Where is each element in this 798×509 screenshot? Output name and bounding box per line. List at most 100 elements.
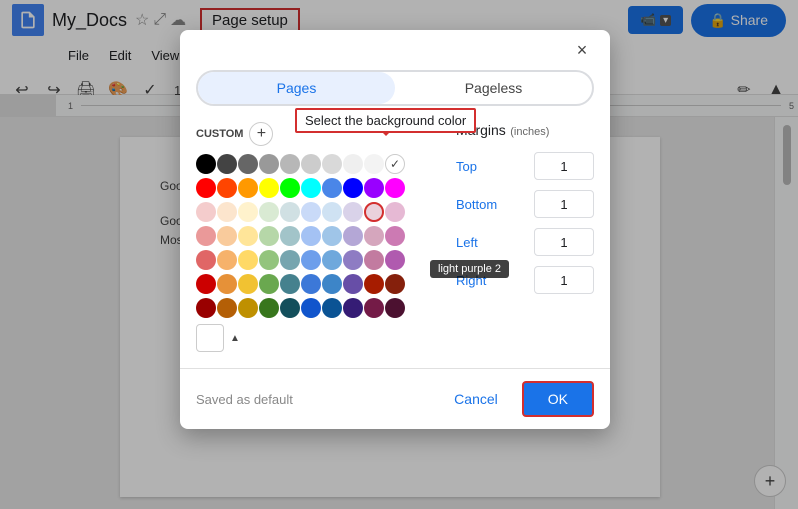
- color-swatch-light-gray1[interactable]: [364, 154, 384, 174]
- color-swatch-light-gray3[interactable]: [322, 154, 342, 174]
- color-swatch-blue[interactable]: [343, 178, 363, 198]
- color-swatch-cyan[interactable]: [301, 178, 321, 198]
- color-row-3: [196, 202, 436, 222]
- page-setup-dialog: × Pages Pageless CUSTOM +: [180, 30, 610, 429]
- custom-label: CUSTOM: [196, 128, 243, 140]
- color-swatch-dark-purple2[interactable]: [343, 298, 363, 318]
- color-swatch-dark-cornflower1[interactable]: [301, 274, 321, 294]
- color-swatch-mid-red1[interactable]: [196, 250, 216, 270]
- white-color-swatch[interactable]: [196, 324, 224, 352]
- color-swatch-cornflower[interactable]: [322, 178, 342, 198]
- color-swatch-violet[interactable]: [364, 178, 384, 198]
- color-swatch-mid-orange1[interactable]: [217, 250, 237, 270]
- color-swatch-dark-red1[interactable]: [196, 274, 216, 294]
- color-swatch-green[interactable]: [280, 178, 300, 198]
- color-swatch-dark-purple1[interactable]: [343, 274, 363, 294]
- color-swatch-dark-red2[interactable]: [196, 298, 216, 318]
- color-swatch-light-cyan2[interactable]: [280, 226, 300, 246]
- color-swatch-light-blue1[interactable]: [322, 202, 342, 222]
- color-swatch-mid-green1[interactable]: [259, 250, 279, 270]
- color-swatch-dark-orange2[interactable]: [217, 298, 237, 318]
- color-swatch-light-orange2[interactable]: [217, 226, 237, 246]
- color-swatch-dark-blue2[interactable]: [322, 298, 342, 318]
- color-picker-section: CUSTOM +: [196, 122, 436, 352]
- color-swatch-light-red2[interactable]: [196, 226, 216, 246]
- color-swatch-mid-magenta1[interactable]: [385, 250, 405, 270]
- color-swatch-dark-green1[interactable]: [259, 274, 279, 294]
- color-swatch-light-magenta1[interactable]: [385, 202, 405, 222]
- color-swatch-white[interactable]: [385, 154, 405, 174]
- color-swatch-light-blue2[interactable]: [322, 226, 342, 246]
- right-margin-input[interactable]: [534, 266, 594, 294]
- color-swatch-yellow[interactable]: [259, 178, 279, 198]
- color-swatch-light-green1[interactable]: [259, 202, 279, 222]
- color-swatch-light-yellow1[interactable]: [238, 202, 258, 222]
- color-swatch-dark-pink1[interactable]: [364, 274, 384, 294]
- tab-pageless[interactable]: Pageless: [395, 72, 592, 104]
- color-swatch-dark-gray4[interactable]: [217, 154, 237, 174]
- color-swatch-mid-cornflower1[interactable]: [301, 250, 321, 270]
- color-swatch-dark-gray1[interactable]: [280, 154, 300, 174]
- dialog-footer: Saved as default Cancel OK: [180, 368, 610, 429]
- color-swatch-mid-yellow1[interactable]: [238, 250, 258, 270]
- color-swatch-red[interactable]: [196, 178, 216, 198]
- ok-button[interactable]: OK: [522, 381, 594, 417]
- color-swatch-light-green2[interactable]: [259, 226, 279, 246]
- color-swatch-dark-gray2[interactable]: [259, 154, 279, 174]
- margins-subtitle: (inches): [510, 126, 549, 138]
- color-swatch-light-yellow2[interactable]: [238, 226, 258, 246]
- right-margin-row: Right: [456, 266, 594, 294]
- cancel-button[interactable]: Cancel: [438, 383, 514, 415]
- color-swatch-dark-blue1[interactable]: [322, 274, 342, 294]
- color-grid-container: ▲: [196, 154, 436, 352]
- color-swatch-light-red1[interactable]: [196, 202, 216, 222]
- dialog-tabs: Pages Pageless: [196, 70, 594, 106]
- top-margin-label: Top: [456, 159, 477, 174]
- tab-pages[interactable]: Pages: [198, 72, 395, 104]
- color-swatch-mid-blue1[interactable]: [322, 250, 342, 270]
- dialog-close-button[interactable]: ×: [570, 38, 594, 62]
- color-swatch-mid-pink1[interactable]: [364, 250, 384, 270]
- margins-section: Margins (inches) Top Bottom Left Right: [436, 122, 594, 352]
- white-swatch-area: ▲: [196, 324, 436, 352]
- color-swatch-dark-pink2[interactable]: [364, 298, 384, 318]
- color-swatch-dark-gray3[interactable]: [238, 154, 258, 174]
- color-swatch-light-cornflower1[interactable]: [301, 202, 321, 222]
- color-swatch-dark-magenta2[interactable]: [385, 298, 405, 318]
- color-swatch-dark-cornflower2[interactable]: [301, 298, 321, 318]
- color-swatch-dark-cyan2[interactable]: [280, 298, 300, 318]
- color-row-5: [196, 250, 436, 270]
- color-swatch-dark-yellow1[interactable]: [238, 274, 258, 294]
- color-swatch-black[interactable]: [196, 154, 216, 174]
- color-swatch-dark-cyan1[interactable]: [280, 274, 300, 294]
- color-swatch-light-orange1[interactable]: [217, 202, 237, 222]
- color-swatch-mid-purple1[interactable]: [343, 250, 363, 270]
- saved-default-text: Saved as default: [196, 392, 293, 407]
- color-swatch-light-purple1[interactable]: [343, 202, 363, 222]
- color-swatch-light-cornflower2[interactable]: [301, 226, 321, 246]
- color-swatch-dark-orange1[interactable]: [217, 274, 237, 294]
- color-swatch-light-cyan1[interactable]: [280, 202, 300, 222]
- color-swatch-magenta[interactable]: [385, 178, 405, 198]
- color-swatch-dark-magenta1[interactable]: [385, 274, 405, 294]
- color-row-4: [196, 226, 436, 246]
- color-swatch-light-purple2[interactable]: [343, 226, 363, 246]
- swatch-expand-button[interactable]: ▲: [230, 333, 240, 344]
- top-margin-input[interactable]: [534, 152, 594, 180]
- bottom-margin-input[interactable]: [534, 190, 594, 218]
- color-swatch-light-pink1[interactable]: [364, 202, 384, 222]
- color-swatch-gray[interactable]: [301, 154, 321, 174]
- color-swatch-light-magenta2[interactable]: [385, 226, 405, 246]
- color-swatch-light-gray2[interactable]: [343, 154, 363, 174]
- left-margin-row: Left: [456, 228, 594, 256]
- left-margin-input[interactable]: [534, 228, 594, 256]
- color-row-1: [196, 154, 436, 174]
- color-swatch-orange[interactable]: [238, 178, 258, 198]
- add-custom-color-button[interactable]: +: [249, 122, 273, 146]
- color-swatch-red-orange[interactable]: [217, 178, 237, 198]
- color-swatch-dark-yellow2[interactable]: [238, 298, 258, 318]
- color-swatch-mid-cyan1[interactable]: [280, 250, 300, 270]
- color-swatch-light-pink2[interactable]: [364, 226, 384, 246]
- dialog-header: ×: [180, 30, 610, 70]
- color-swatch-dark-green2[interactable]: [259, 298, 279, 318]
